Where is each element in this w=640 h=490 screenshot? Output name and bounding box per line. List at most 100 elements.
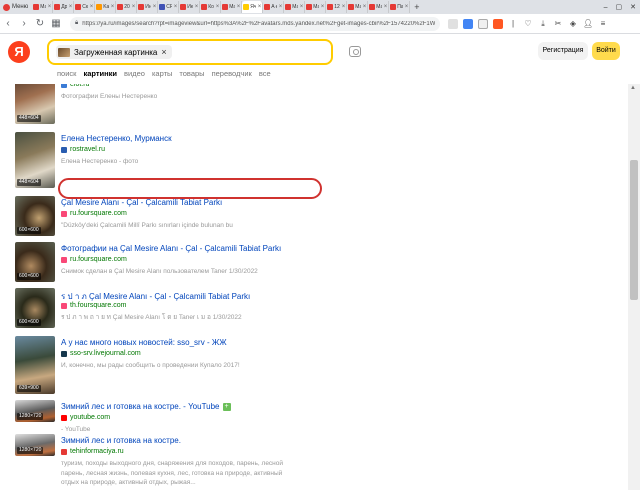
tab-close-icon[interactable]: × [342, 4, 346, 10]
service-tab[interactable]: поиск [57, 69, 76, 78]
browser-tab[interactable]: Мат× [284, 1, 306, 13]
maximize-icon[interactable]: ▢ [612, 3, 627, 11]
tab-close-icon[interactable]: × [300, 4, 304, 10]
result-site-link[interactable]: youtube.com [61, 414, 110, 421]
tab-close-icon[interactable]: × [174, 4, 178, 10]
result-thumbnail[interactable]: 448×604 [15, 132, 55, 188]
yandex-logo[interactable]: Я [8, 41, 30, 63]
downloads-icon[interactable]: ⤓ [538, 19, 548, 29]
service-tab[interactable]: картинки [83, 69, 117, 78]
menu-dots-icon[interactable]: ≡ [598, 19, 608, 29]
result-thumbnail[interactable]: 600×600 [15, 196, 55, 236]
minimize-icon[interactable]: – [600, 4, 612, 11]
result-title-link[interactable]: Зимний лес и готовка на костре. - YouTub… [61, 402, 231, 411]
result-site-link[interactable]: th.foursquare.com [61, 302, 126, 309]
result-thumbnail[interactable]: 600×600 [15, 242, 55, 282]
service-tab[interactable]: товары [179, 69, 204, 78]
reload-icon[interactable]: ↻ [32, 18, 48, 29]
tab-close-icon[interactable]: × [111, 4, 115, 10]
tab-close-icon[interactable]: × [279, 4, 283, 10]
result-thumbnail[interactable]: 1280×720 [15, 400, 55, 422]
register-button[interactable]: Регистрация [538, 42, 588, 60]
browser-tab[interactable]: Мат× [347, 1, 369, 13]
browser-tab[interactable]: 20 c× [116, 1, 138, 13]
scissors-icon[interactable]: ✂ [553, 19, 563, 29]
result-site-link[interactable]: tehinformaciya.ru [61, 448, 124, 455]
new-tab-button[interactable]: + [410, 2, 423, 12]
site-domain: tehinformaciya.ru [70, 448, 124, 455]
tab-close-icon[interactable]: × [216, 4, 220, 10]
site-domain: ru.foursquare.com [70, 210, 127, 217]
service-tab[interactable]: все [259, 69, 271, 78]
browser-tab[interactable]: 12 c× [326, 1, 348, 13]
search-box[interactable]: Загруженная картинка × [47, 39, 333, 65]
result-title-link[interactable]: Çal Mesire Alanı - Çal - Çalcamili Tabia… [61, 198, 222, 207]
result-site-link[interactable]: rostravel.ru [61, 146, 105, 153]
result-site-link[interactable]: ru.foursquare.com [61, 256, 127, 263]
tab-close-icon[interactable]: × [321, 4, 325, 10]
browser-tab[interactable]: Скр× [74, 1, 96, 13]
browser-tab[interactable]: Ma 2× [221, 1, 243, 13]
result-title-link[interactable]: Фотографии на Çal Mesire Alanı - Çal - Ç… [61, 244, 281, 253]
result-site-link[interactable]: elot.ru [61, 84, 89, 88]
service-tab[interactable]: переводчик [212, 69, 252, 78]
result-title-link[interactable]: Зимний лес и готовка на костре. [61, 436, 181, 445]
translate-extension-icon[interactable] [463, 18, 473, 29]
result-thumbnail[interactable]: 639×900 [15, 336, 55, 394]
tab-close-icon[interactable]: × [363, 4, 367, 10]
browser-tab[interactable]: Инт× [137, 1, 159, 13]
browser-tab[interactable]: Иери× [179, 1, 201, 13]
result-thumbnail[interactable]: 448×604 [15, 84, 55, 124]
service-tab[interactable]: видео [124, 69, 145, 78]
result-site-link[interactable]: ru.foursquare.com [61, 210, 127, 217]
scrollbar-thumb[interactable] [630, 160, 638, 300]
tab-close-icon[interactable]: × [90, 4, 94, 10]
browser-tab[interactable]: CRE× [158, 1, 180, 13]
tab-close-icon[interactable]: × [237, 4, 241, 10]
browser-tab[interactable]: Яч× [242, 1, 264, 13]
browser-tab[interactable]: Мат× [305, 1, 327, 13]
site-favicon-icon [61, 146, 67, 153]
tab-close-icon[interactable]: × [132, 4, 136, 10]
camera-extension-icon[interactable] [448, 18, 458, 29]
tab-close-icon[interactable]: × [48, 4, 52, 10]
tab-close-icon[interactable]: × [258, 4, 262, 10]
result-site-link[interactable]: sso-srv.livejournal.com [61, 350, 141, 357]
tab-close-icon[interactable]: × [405, 4, 409, 10]
result-thumbnail[interactable]: 600×600 [15, 288, 55, 328]
tab-close-icon[interactable]: × [195, 4, 199, 10]
tab-close-icon[interactable]: × [153, 4, 157, 10]
camera-search-icon[interactable] [349, 46, 361, 57]
service-tab[interactable]: карты [152, 69, 172, 78]
tab-close-icon[interactable]: × [69, 4, 73, 10]
result-title-link[interactable]: А у нас много новых новостей: sso_srv - … [61, 338, 227, 347]
site-favicon-icon [61, 256, 67, 263]
result-thumbnail[interactable]: 1280×720 [15, 434, 55, 456]
scroll-up-icon[interactable]: ▲ [630, 85, 636, 91]
shield-extension-icon[interactable] [478, 18, 488, 29]
login-button[interactable]: Войти [592, 42, 620, 60]
uploaded-image-chip[interactable]: Загруженная картинка × [56, 45, 172, 59]
browser-tab[interactable]: Дру× [53, 1, 75, 13]
browser-tab[interactable]: Мат× [368, 1, 390, 13]
close-window-icon[interactable]: ✕ [626, 3, 640, 11]
browser-tab[interactable]: Мач× [32, 1, 54, 13]
scrollbar[interactable]: ▲ [628, 84, 640, 490]
browser-tab[interactable]: A ею× [263, 1, 285, 13]
browser-tab[interactable]: Ka n× [95, 1, 117, 13]
cube-icon[interactable]: ◈ [568, 19, 578, 29]
tab-close-icon[interactable]: × [384, 4, 388, 10]
browser-menu-button[interactable]: Меню [0, 0, 32, 14]
profile-icon[interactable]: 👤︎ [583, 19, 593, 29]
address-bar[interactable]: 🔒︎ https://ya.ru/images/search?rpt=image… [70, 16, 440, 31]
site-domain: th.foursquare.com [70, 302, 127, 309]
home-grid-icon[interactable]: ▦ [48, 18, 64, 29]
result-title-link[interactable]: Елена Нестеренко, Мурманск [61, 134, 172, 143]
back-icon[interactable]: ‹ [0, 18, 16, 29]
browser-tab[interactable]: Пар× [389, 1, 411, 13]
forward-icon[interactable]: › [16, 18, 32, 29]
remove-image-icon[interactable]: × [161, 47, 166, 57]
opera-extension-icon[interactable] [493, 18, 503, 29]
browser-tab[interactable]: Кор× [200, 1, 222, 13]
heart-icon[interactable]: ♡ [523, 19, 533, 29]
